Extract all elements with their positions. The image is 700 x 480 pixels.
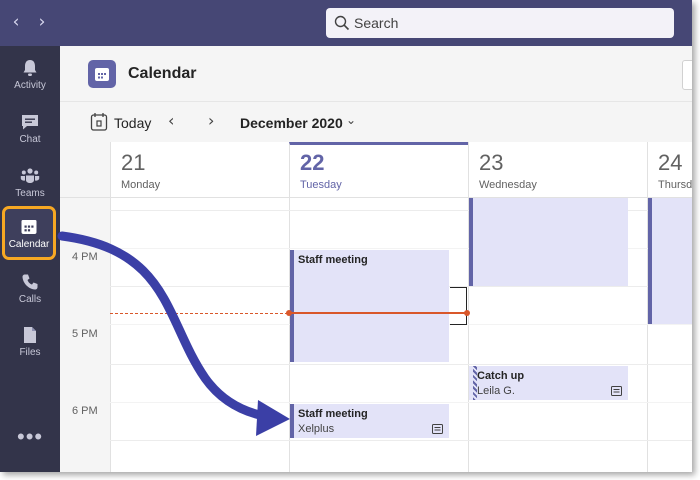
day-name: Thursday: [658, 179, 692, 191]
meeting-notes-icon: [432, 424, 443, 434]
grid-line: [110, 364, 692, 365]
app-rail: Activity Chat Teams Calendar Calls Files…: [0, 46, 60, 472]
meeting-notes-icon: [611, 386, 622, 396]
calendar-header: Calendar: [60, 46, 692, 102]
day-number: 23: [479, 150, 504, 175]
time-label: 5 PM: [72, 328, 98, 340]
event-staff-meeting-4pm[interactable]: Staff meeting: [290, 250, 449, 362]
bell-icon: [23, 60, 37, 76]
event-block-wednesday[interactable]: [469, 198, 628, 286]
chevron-down-icon[interactable]: ⌄: [346, 113, 356, 127]
rail-label: Files: [19, 347, 41, 358]
current-time-dot: [464, 310, 470, 316]
day-column-monday[interactable]: [110, 198, 289, 472]
event-staff-meeting-6pm[interactable]: Staff meeting Xelplus: [290, 404, 449, 438]
grid-line: [110, 440, 692, 441]
chevron-right-icon: ›: [208, 111, 215, 130]
chat-icon: [22, 115, 38, 130]
teams-window: ‹ › Search Activity Chat Teams Calendar …: [0, 0, 692, 472]
day-header-thursday[interactable]: 24 Thursday: [647, 142, 692, 198]
rail-label: Activity: [14, 80, 46, 91]
day-header-wednesday[interactable]: 23 Wednesday: [468, 142, 647, 198]
time-label: 6 PM: [72, 405, 98, 417]
current-time-dot: [286, 310, 292, 316]
calendar-grid: 21 Monday 22 Tuesday 23 Wednesday 24 Thu…: [60, 142, 692, 472]
current-time-line-today: [289, 312, 467, 314]
rail-item-activity[interactable]: Activity: [0, 52, 60, 104]
day-number: 22: [300, 150, 325, 175]
event-organizer: Leila G.: [477, 385, 515, 397]
rail-label: Calendar: [8, 239, 50, 250]
rail-item-calendar[interactable]: Calendar: [2, 206, 56, 260]
day-header-tuesday[interactable]: 22 Tuesday: [289, 142, 468, 198]
day-name: Tuesday: [300, 179, 342, 191]
calendar-today-icon: [90, 113, 108, 131]
top-bar: ‹ › Search: [0, 0, 692, 46]
page-title: Calendar: [128, 65, 197, 82]
phone-icon: [22, 274, 38, 290]
time-label: 4 PM: [72, 251, 98, 263]
more-apps-button[interactable]: •••: [17, 424, 43, 450]
event-title: Staff meeting: [298, 408, 368, 420]
rail-label: Teams: [15, 188, 45, 199]
search-placeholder: Search: [354, 15, 399, 31]
chevron-left-icon: ‹: [168, 111, 175, 130]
day-number: 24: [658, 150, 683, 175]
header-action-button[interactable]: [682, 60, 692, 90]
teams-icon: [20, 168, 40, 183]
time-gutter: [60, 142, 110, 198]
rail-item-calls[interactable]: Calls: [0, 266, 60, 318]
forward-button[interactable]: ›: [34, 12, 50, 32]
event-title: Staff meeting: [298, 254, 368, 266]
calendar-toolbar: Today ‹ › December 2020 ⌄: [60, 102, 692, 142]
event-title: Catch up: [477, 370, 525, 382]
day-number: 21: [121, 150, 146, 175]
previous-week-button[interactable]: ‹: [168, 111, 174, 130]
event-catch-up[interactable]: Catch up Leila G.: [469, 366, 628, 400]
file-icon: [24, 327, 36, 343]
day-name: Monday: [121, 179, 161, 191]
calendar-icon: [21, 220, 37, 234]
grid-line: [110, 402, 692, 403]
search-icon: [334, 15, 350, 31]
next-week-button[interactable]: ›: [208, 111, 214, 130]
day-header-monday[interactable]: 21 Monday: [110, 142, 289, 198]
rail-item-chat[interactable]: Chat: [0, 106, 60, 158]
rail-label: Chat: [19, 134, 41, 145]
calendar-app-icon: [88, 60, 116, 88]
day-name: Wednesday: [479, 179, 537, 191]
rail-item-teams[interactable]: Teams: [0, 160, 60, 212]
month-picker[interactable]: December 2020: [240, 115, 343, 131]
chevron-left-icon: ‹: [12, 12, 20, 32]
search-input[interactable]: Search: [326, 8, 674, 38]
event-block-thursday[interactable]: [648, 198, 692, 324]
back-button[interactable]: ‹: [8, 12, 24, 32]
chevron-right-icon: ›: [38, 12, 46, 32]
today-label: Today: [114, 115, 152, 131]
time-slot-selection: [450, 287, 467, 325]
event-location: Xelplus: [298, 423, 335, 435]
rail-item-files[interactable]: Files: [0, 319, 60, 371]
rail-label: Calls: [18, 294, 42, 305]
